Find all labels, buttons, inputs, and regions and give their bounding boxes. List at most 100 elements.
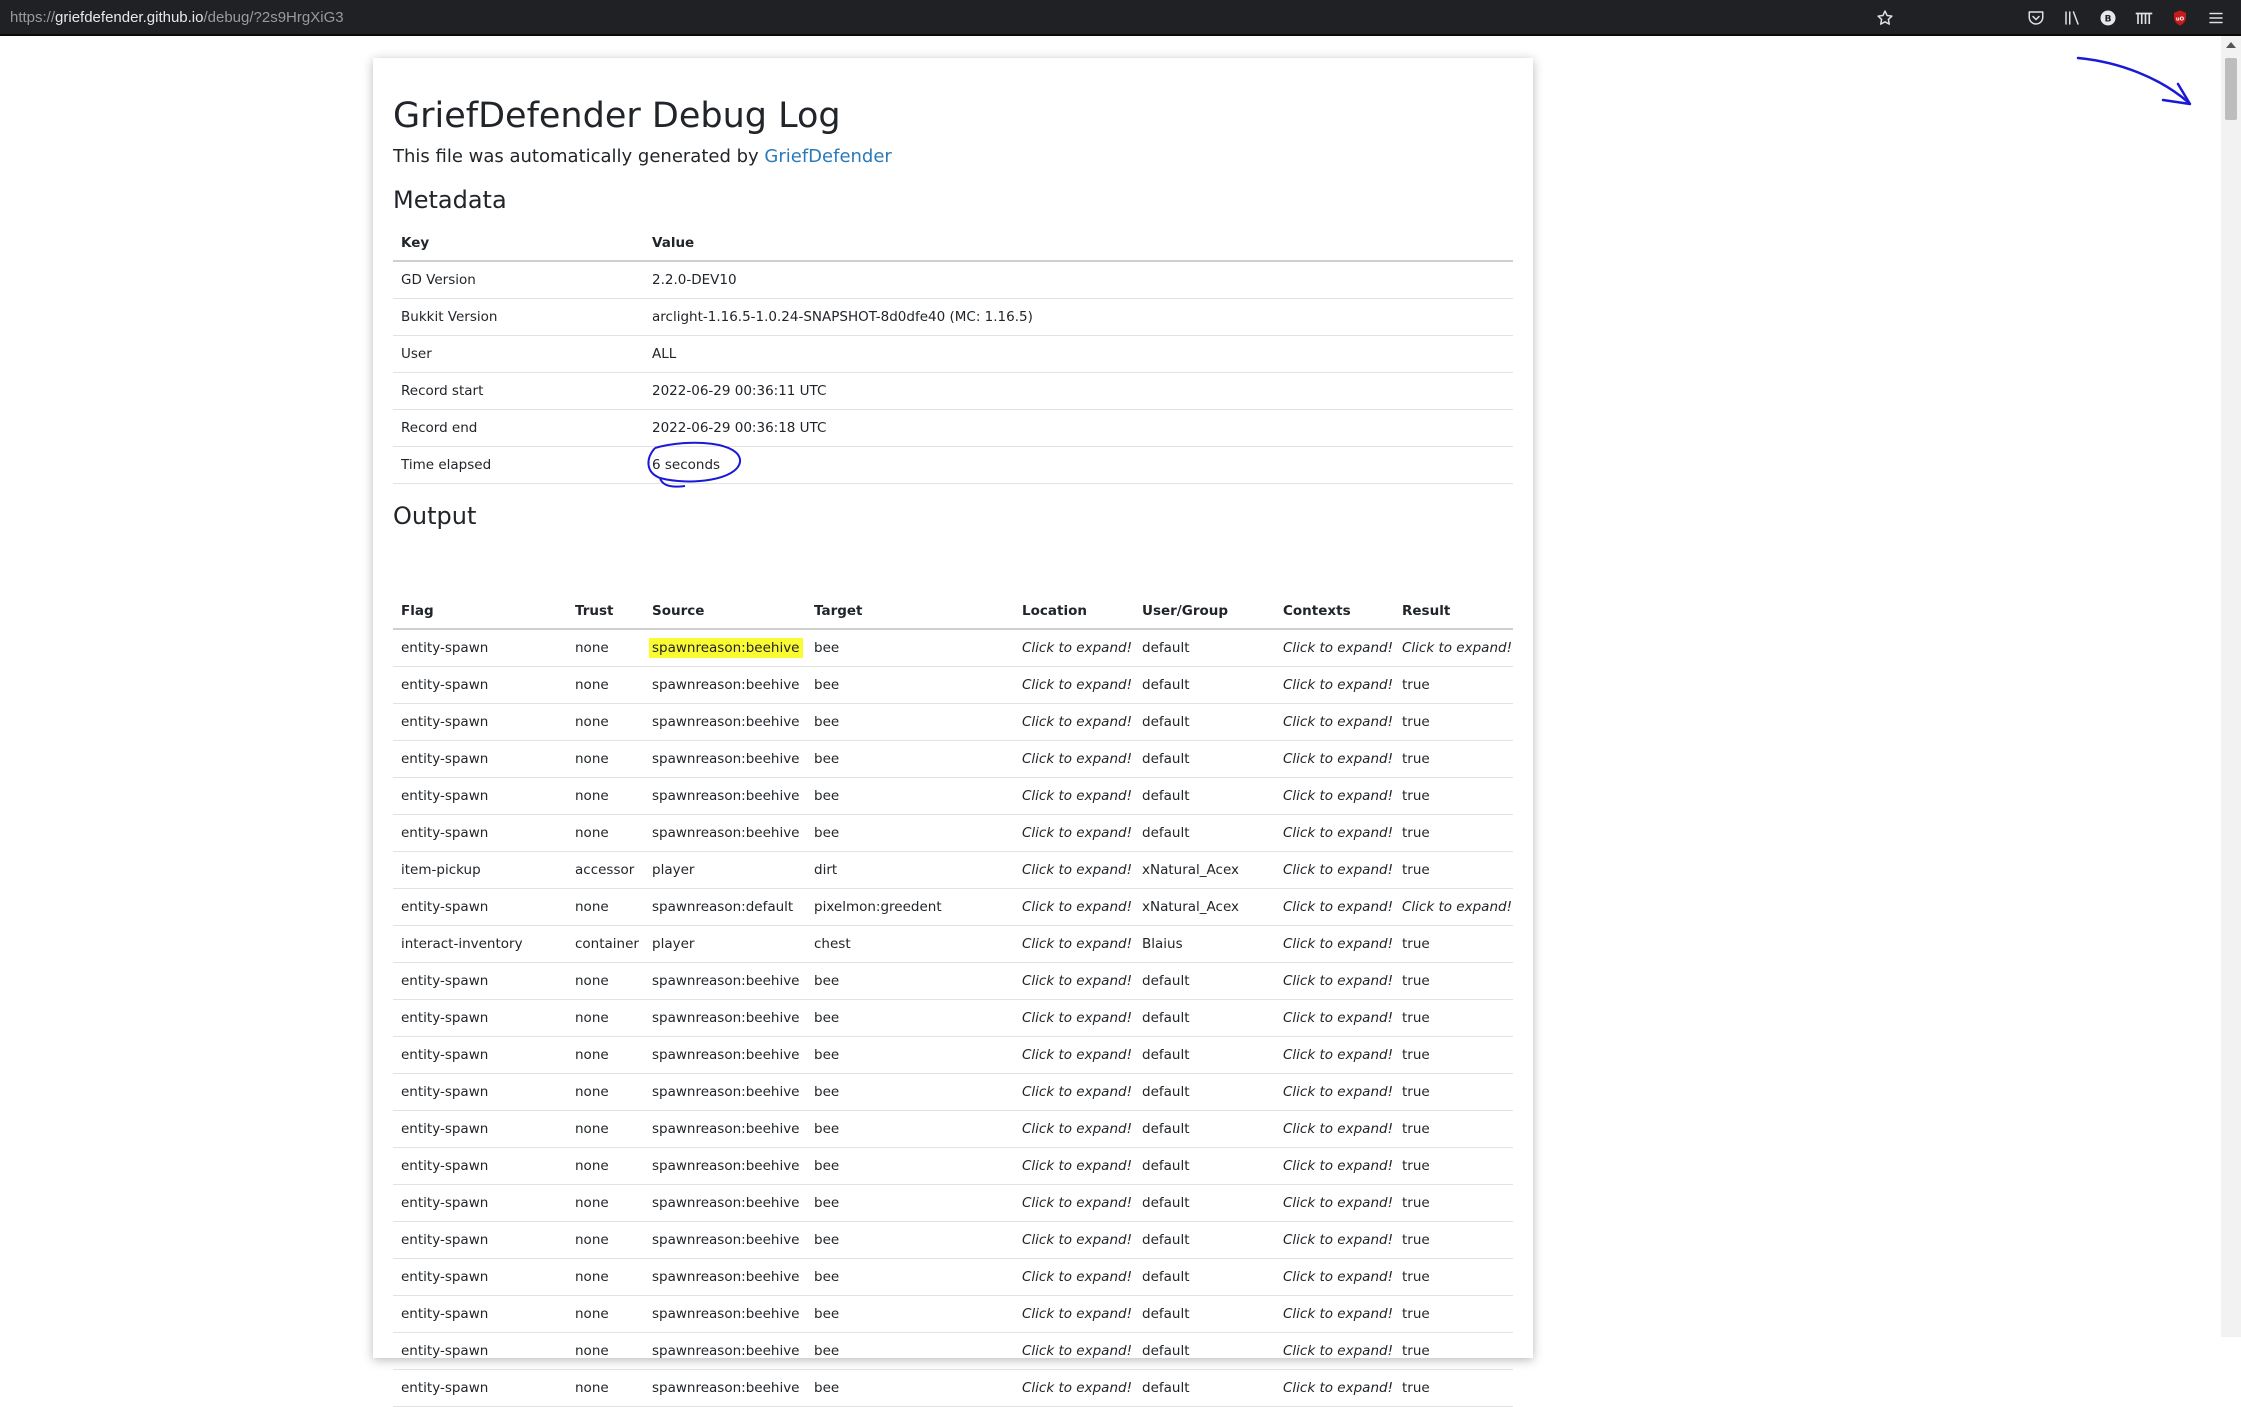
output-cell-result: true bbox=[1394, 666, 1513, 704]
location-expand-link[interactable]: Click to expand! bbox=[1014, 1332, 1134, 1370]
contexts-expand-link[interactable]: Click to expand! bbox=[1275, 1036, 1394, 1074]
output-cell-source: spawnreason:beehive bbox=[644, 1332, 806, 1370]
output-col-source: Source bbox=[644, 594, 806, 630]
output-cell-result: true bbox=[1394, 1073, 1513, 1111]
location-expand-link[interactable]: Click to expand! bbox=[1014, 1221, 1134, 1259]
output-cell-target: bee bbox=[806, 1295, 1014, 1333]
star-outline-icon[interactable] bbox=[1874, 7, 1896, 29]
scroll-up-arrow-icon[interactable] bbox=[2226, 42, 2236, 48]
contexts-expand-link[interactable]: Click to expand! bbox=[1275, 740, 1394, 778]
output-cell-flag: entity-spawn bbox=[393, 629, 567, 667]
contexts-expand-link[interactable]: Click to expand! bbox=[1275, 666, 1394, 704]
location-expand-link[interactable]: Click to expand! bbox=[1014, 666, 1134, 704]
contexts-expand-link[interactable]: Click to expand! bbox=[1275, 1147, 1394, 1185]
scrollbar-thumb[interactable] bbox=[2225, 58, 2237, 120]
output-row: entity-spawn none spawnreason:beehive bee Cl… bbox=[393, 629, 1513, 667]
output-cell-flag: entity-spawn bbox=[393, 1073, 567, 1111]
output-table: Flag Trust Source Target Location User/Group C… bbox=[393, 594, 1513, 1407]
contexts-expand-link[interactable]: Click to expand! bbox=[1275, 1221, 1394, 1259]
output-cell-target: bee bbox=[806, 1332, 1014, 1370]
contexts-expand-link[interactable]: Click to expand! bbox=[1275, 1184, 1394, 1222]
location-expand-link[interactable]: Click to expand! bbox=[1014, 999, 1134, 1037]
location-expand-link[interactable]: Click to expand! bbox=[1014, 1147, 1134, 1185]
highlighted-source: spawnreason:beehive bbox=[649, 637, 803, 658]
location-expand-link[interactable]: Click to expand! bbox=[1014, 814, 1134, 852]
contexts-expand-link[interactable]: Click to expand! bbox=[1275, 1258, 1394, 1296]
result-expand-link[interactable]: Click to expand! bbox=[1394, 888, 1513, 926]
output-cell-target: pixelmon:greedent bbox=[806, 888, 1014, 926]
metadata-key: Bukkit Version bbox=[393, 298, 644, 336]
output-cell-target: bee bbox=[806, 1221, 1014, 1259]
output-row: entity-spawn none spawnreason:beehive bee Cl… bbox=[393, 1036, 1513, 1074]
location-expand-link[interactable]: Click to expand! bbox=[1014, 1369, 1134, 1407]
contexts-expand-link[interactable]: Click to expand! bbox=[1275, 1332, 1394, 1370]
output-cell-result: true bbox=[1394, 1295, 1513, 1333]
contexts-expand-link[interactable]: Click to expand! bbox=[1275, 703, 1394, 741]
page-scrollbar[interactable] bbox=[2221, 36, 2241, 1337]
output-cell-target: bee bbox=[806, 629, 1014, 667]
url-path: /debug/?2s9HrgXiG3 bbox=[203, 9, 344, 26]
result-expand-link[interactable]: Click to expand! bbox=[1394, 629, 1513, 667]
output-cell-trust: none bbox=[567, 1295, 644, 1333]
output-cell-flag: entity-spawn bbox=[393, 1036, 567, 1074]
contexts-expand-link[interactable]: Click to expand! bbox=[1275, 851, 1394, 889]
location-expand-link[interactable]: Click to expand! bbox=[1014, 925, 1134, 963]
contexts-expand-link[interactable]: Click to expand! bbox=[1275, 999, 1394, 1037]
output-row: entity-spawn none spawnreason:beehive bee Cl… bbox=[393, 703, 1513, 741]
output-row: entity-spawn none spawnreason:beehive bee Cl… bbox=[393, 1073, 1513, 1111]
metadata-row: Record start 2022-06-29 00:36:11 UTC bbox=[393, 372, 1513, 410]
output-cell-target: bee bbox=[806, 1073, 1014, 1111]
output-cell-user-group: default bbox=[1134, 1110, 1275, 1148]
contexts-expand-link[interactable]: Click to expand! bbox=[1275, 962, 1394, 1000]
output-cell-user-group: default bbox=[1134, 1036, 1275, 1074]
location-expand-link[interactable]: Click to expand! bbox=[1014, 703, 1134, 741]
reading-list-icon[interactable] bbox=[2133, 7, 2155, 29]
output-cell-flag: interact-inventory bbox=[393, 925, 567, 963]
location-expand-link[interactable]: Click to expand! bbox=[1014, 629, 1134, 667]
location-expand-link[interactable]: Click to expand! bbox=[1014, 1073, 1134, 1111]
address-bar[interactable]: https://griefdefender.github.io/debug/?2… bbox=[10, 0, 344, 36]
location-expand-link[interactable]: Click to expand! bbox=[1014, 1110, 1134, 1148]
output-cell-user-group: default bbox=[1134, 1295, 1275, 1333]
ublock-origin-icon[interactable]: uO bbox=[2169, 7, 2191, 29]
output-cell-user-group: default bbox=[1134, 1147, 1275, 1185]
output-cell-flag: entity-spawn bbox=[393, 740, 567, 778]
griefdefender-link[interactable]: GriefDefender bbox=[764, 146, 891, 167]
output-row: entity-spawn none spawnreason:beehive bee Cl… bbox=[393, 740, 1513, 778]
hamburger-menu-icon[interactable] bbox=[2205, 7, 2227, 29]
location-expand-link[interactable]: Click to expand! bbox=[1014, 1258, 1134, 1296]
output-cell-trust: none bbox=[567, 1258, 644, 1296]
library-icon[interactable] bbox=[2061, 7, 2083, 29]
output-cell-user-group: default bbox=[1134, 1258, 1275, 1296]
contexts-expand-link[interactable]: Click to expand! bbox=[1275, 1073, 1394, 1111]
contexts-expand-link[interactable]: Click to expand! bbox=[1275, 1295, 1394, 1333]
contexts-expand-link[interactable]: Click to expand! bbox=[1275, 925, 1394, 963]
location-expand-link[interactable]: Click to expand! bbox=[1014, 1184, 1134, 1222]
contexts-expand-link[interactable]: Click to expand! bbox=[1275, 629, 1394, 667]
location-expand-link[interactable]: Click to expand! bbox=[1014, 888, 1134, 926]
metadata-value: ALL bbox=[644, 335, 1513, 373]
output-cell-trust: none bbox=[567, 777, 644, 815]
contexts-expand-link[interactable]: Click to expand! bbox=[1275, 888, 1394, 926]
pocket-icon[interactable] bbox=[2025, 7, 2047, 29]
location-expand-link[interactable]: Click to expand! bbox=[1014, 1036, 1134, 1074]
location-expand-link[interactable]: Click to expand! bbox=[1014, 962, 1134, 1000]
output-cell-source: spawnreason:beehive bbox=[644, 777, 806, 815]
annotation-arrowhead bbox=[2161, 82, 2192, 106]
location-expand-link[interactable]: Click to expand! bbox=[1014, 777, 1134, 815]
metadata-key: GD Version bbox=[393, 261, 644, 299]
location-expand-link[interactable]: Click to expand! bbox=[1014, 851, 1134, 889]
contexts-expand-link[interactable]: Click to expand! bbox=[1275, 1369, 1394, 1407]
output-cell-flag: entity-spawn bbox=[393, 962, 567, 1000]
contexts-expand-link[interactable]: Click to expand! bbox=[1275, 814, 1394, 852]
location-expand-link[interactable]: Click to expand! bbox=[1014, 1295, 1134, 1333]
output-cell-trust: none bbox=[567, 703, 644, 741]
contexts-expand-link[interactable]: Click to expand! bbox=[1275, 1110, 1394, 1148]
location-expand-link[interactable]: Click to expand! bbox=[1014, 740, 1134, 778]
output-cell-result: true bbox=[1394, 925, 1513, 963]
output-cell-user-group: default bbox=[1134, 1369, 1275, 1407]
metadata-key: User bbox=[393, 335, 644, 373]
bitwarden-shield-icon[interactable]: B bbox=[2097, 7, 2119, 29]
contexts-expand-link[interactable]: Click to expand! bbox=[1275, 777, 1394, 815]
output-cell-result: true bbox=[1394, 1184, 1513, 1222]
